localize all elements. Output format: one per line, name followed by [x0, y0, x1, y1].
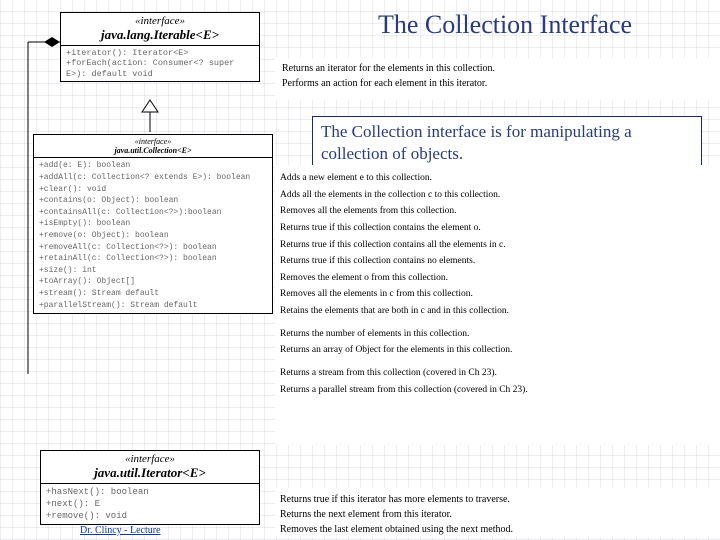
desc: Removes the last element obtained using … — [280, 522, 710, 537]
uml-inheritance-arrow — [130, 98, 170, 138]
method-sig: +remove(): void — [46, 510, 254, 522]
method-sig: +add(e: E): boolean — [39, 160, 267, 172]
method-sig: +contains(o: Object): boolean — [39, 195, 267, 207]
desc: Performs an action for each element in t… — [282, 77, 712, 92]
desc-list-iterable: Returns an iterator for the elements in … — [282, 62, 712, 91]
footer-text: Dr. Clincy - Lecture — [80, 525, 161, 536]
desc: Returns an iterator for the elements in … — [282, 62, 712, 77]
desc: Returns the number of elements in this c… — [280, 326, 710, 343]
class-name: java.lang.Iterable<E> — [65, 28, 255, 43]
stereotype: «interface» — [38, 137, 268, 146]
method-sig: +stream(): Stream default — [39, 288, 267, 300]
stereotype: «interface» — [65, 15, 255, 28]
method-sig: +hasNext(): boolean — [46, 486, 254, 498]
method-sig: +clear(): void — [39, 184, 267, 196]
desc: Returns true if this collection contains… — [280, 237, 710, 254]
desc: Adds a new element e to this collection. — [280, 170, 710, 187]
desc: Adds all the elements in the collection … — [280, 187, 710, 204]
slide: The Collection Interface «interface» jav… — [0, 0, 720, 540]
desc: Returns true if this collection contains… — [280, 253, 710, 270]
desc: Returns the next element from this itera… — [280, 507, 710, 522]
desc: Removes all the elements in c from this … — [280, 286, 710, 303]
method-sig: +containsAll(c: Collection<?>):boolean — [39, 207, 267, 219]
class-name: java.util.Collection<E> — [38, 146, 268, 155]
method-sig: +removeAll(c: Collection<?>): boolean — [39, 242, 267, 254]
method-sig: +forEach(action: Consumer<? super E>): d… — [66, 58, 254, 79]
method-sig: +parallelStream(): Stream default — [39, 300, 267, 312]
desc: Removes the element o from this collecti… — [280, 270, 710, 287]
uml-box-iterable: «interface» java.lang.Iterable<E> +itera… — [60, 12, 260, 82]
desc: Returns an array of Object for the eleme… — [280, 342, 710, 359]
desc: Removes all the elements from this colle… — [280, 203, 710, 220]
class-name: java.util.Iterator<E> — [45, 466, 255, 481]
desc-list-collection: Adds a new element e to this collection.… — [280, 170, 710, 398]
desc: Returns a stream from this collection (c… — [280, 365, 710, 382]
method-sig: +remove(o: Object): boolean — [39, 230, 267, 242]
uml-box-collection: «interface» java.util.Collection<E> +add… — [33, 134, 273, 314]
method-sig: +toArray(): Object[] — [39, 276, 267, 288]
method-sig: +addAll(c: Collection<? extends E>): boo… — [39, 172, 267, 184]
uml-box-iterator: «interface» java.util.Iterator<E> +hasNe… — [40, 450, 260, 525]
method-sig: +size(): int — [39, 265, 267, 277]
stereotype: «interface» — [45, 453, 255, 466]
desc: Returns a parallel stream from this coll… — [280, 382, 710, 399]
page-title: The Collection Interface — [300, 10, 710, 40]
method-sig: +iterator(): Iterator<E> — [66, 48, 254, 59]
method-sig: +isEmpty(): boolean — [39, 218, 267, 230]
method-sig: +retainAll(c: Collection<?>): boolean — [39, 253, 267, 265]
method-sig: +next(): E — [46, 498, 254, 510]
desc: Returns true if this collection contains… — [280, 220, 710, 237]
explain-box: The Collection interface is for manipula… — [312, 116, 702, 170]
desc: Returns true if this iterator has more e… — [280, 492, 710, 507]
desc: Retains the elements that are both in c … — [280, 303, 710, 320]
desc-list-iterator: Returns true if this iterator has more e… — [280, 492, 710, 537]
